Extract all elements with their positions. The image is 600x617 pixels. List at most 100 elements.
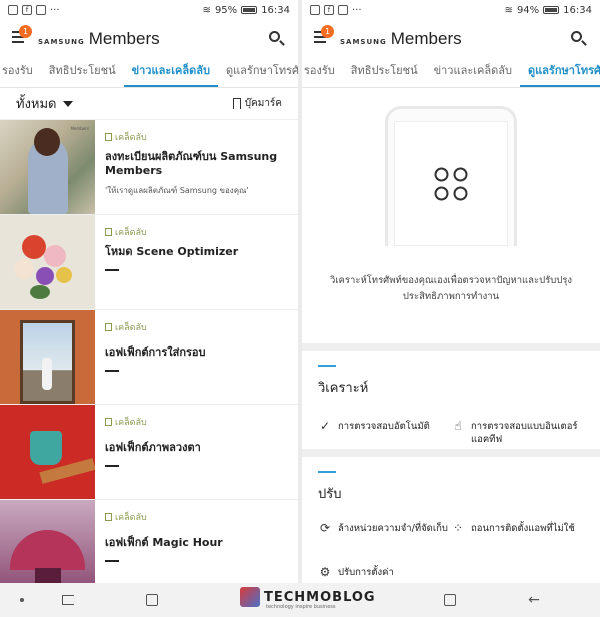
recent-apps-button[interactable] [58,583,78,617]
home-button[interactable] [142,583,162,617]
divider-dash [105,465,119,467]
gear-icon: ⚙ [319,565,331,579]
app-logo: SAMSUNG Members [38,29,160,49]
article-title: เอฟเฟ็กต์ Magic Hour [105,536,223,549]
tab-benefits[interactable]: สิทธิประโยชน์ [343,61,426,87]
adjust-section: ปรับ ⟳ ล้างหน่วยความจำ/ที่จัดเก็บ ⁘ ถอนก… [302,457,600,583]
section-divider [302,343,600,351]
article-item[interactable]: เคล็ดลับ เอฟเฟ็กต์ภาพลวงตา [0,405,298,500]
tab-support[interactable]: รองรับ [0,61,41,87]
search-icon[interactable] [568,28,590,50]
right-screen: f ··· ≋ 94% 16:34 1 SAMSUNG Members รองร… [302,0,600,583]
article-thumbnail [0,500,95,583]
notification-badge: 1 [321,25,334,38]
app-logo: SAMSUNG Members [340,29,462,49]
more-notifications-icon: ··· [50,4,60,16]
messenger-notification-icon [338,5,348,15]
interactive-check-button[interactable]: ☝ การตรวจสอบแบบอินเตอร์แอคทีฟ [451,420,584,454]
status-bar: f ··· ≋ 95% 16:34 [0,0,298,20]
uninstall-apps-button[interactable]: ⁘ ถอนการติดตั้งแอพที่ไม่ใช้ [451,522,584,556]
tab-benefits[interactable]: สิทธิประโยชน์ [41,61,124,87]
tip-icon [105,133,112,141]
tab-phone-care[interactable]: ดูแลรักษาโทรศัพท์ [218,61,298,87]
tab-news-tips[interactable]: ข่าวและเคล็ดลับ [426,61,520,87]
dot-indicator [12,583,32,617]
tip-icon [105,513,112,521]
tab-bar: รองรับ สิทธิประโยชน์ ข่าวและเคล็ดลับ ดูแ… [302,58,600,88]
article-item[interactable]: Members เคล็ดลับ ลงทะเบียนผลิตภัณฑ์บน Sa… [0,120,298,215]
back-arrow-icon: ← [528,592,540,608]
tip-icon [105,323,112,331]
watermark-name: TECHMOBLOG [264,589,376,605]
wifi-icon: ≋ [202,4,211,16]
facebook-notification-icon: f [22,5,32,15]
article-item[interactable]: เคล็ดลับ เอฟเฟ็กต์การใส่กรอบ [0,310,298,405]
bookmark-button[interactable]: บุ๊คมาร์ค [232,96,282,111]
divider-dash [105,269,119,271]
phone-illustration [385,106,517,246]
home-button[interactable] [440,583,460,617]
menu-button[interactable]: 1 [312,25,334,50]
clear-storage-button[interactable]: ⟳ ล้างหน่วยความจำ/ที่จัดเก็บ [318,522,451,556]
bookmark-icon [232,98,241,109]
analyze-section: วิเคราะห์ ✓ การตรวจสอบอัตโนมัติ ☝ การตรว… [302,351,600,449]
filter-bar: ทั้งหมด บุ๊คมาร์ค [0,88,298,120]
clock: 16:34 [261,4,290,16]
article-title: เอฟเฟ็กต์ภาพลวงตา [105,441,201,454]
tab-phone-care[interactable]: ดูแลรักษาโทรศัพท์ [519,61,600,87]
phone-care-hero [302,88,600,283]
gallery-notification-icon [8,5,18,15]
facebook-notification-icon: f [324,5,334,15]
clock: 16:34 [563,4,592,16]
article-thumbnail [0,310,95,404]
screen: f ··· ≋ 95% 16:34 1 SAMSUNG Members รองร… [0,0,600,617]
tip-icon [105,228,112,236]
auto-check-button[interactable]: ✓ การตรวจสอบอัตโนมัติ [318,420,451,454]
app-name: Members [88,29,160,48]
watermark: TECHMOBLOG technology inspire business [240,587,376,610]
apps-grid-icon [434,167,468,200]
refresh-icon: ⟳ [319,521,331,535]
battery-icon [543,6,560,14]
menu-button[interactable]: 1 [10,25,32,50]
section-accent [318,471,336,473]
app-bar: 1 SAMSUNG Members [0,20,298,58]
auto-check-label: การตรวจสอบอัตโนมัติ [338,421,430,432]
article-title: เอฟเฟ็กต์การใส่กรอบ [105,346,206,359]
adjust-title: ปรับ [318,487,342,502]
battery-percent: 95% [214,4,238,16]
brand-label: SAMSUNG [38,38,85,46]
category-dropdown[interactable]: ทั้งหมด [16,93,73,114]
interactive-check-label: การตรวจสอบแบบอินเตอร์แอคทีฟ [471,421,578,445]
article-category: เคล็ดลับ [105,320,290,334]
category-dropdown-label: ทั้งหมด [16,97,57,112]
thumbnail-tag: Members [70,126,89,131]
article-thumbnail [0,215,95,309]
watermark-tagline: technology inspire business [266,604,336,610]
article-item[interactable]: เคล็ดลับ โหมด Scene Optimizer [0,215,298,310]
app-bar: 1 SAMSUNG Members [302,20,600,58]
home-icon [444,594,456,606]
adjust-settings-button[interactable]: ⚙ ปรับการตั้งค่า [318,566,451,583]
tab-bar: รองรับ สิทธิประโยชน์ ข่าวและเคล็ดลับ ดูแ… [0,58,298,88]
phone-care-description: วิเคราะห์โทรศัพท์ของคุณเองเพื่อตรวจหาปัญ… [329,275,573,302]
divider-dash [105,370,119,372]
article-subtitle: 'ให้เราดูแลผลิตภัณฑ์ Samsung ของคุณ' [105,186,249,195]
bookmark-label: บุ๊คมาร์ค [244,98,282,109]
left-screen: f ··· ≋ 95% 16:34 1 SAMSUNG Members รองร… [0,0,298,583]
article-title: โหมด Scene Optimizer [105,245,239,258]
watermark-logo [240,587,260,607]
search-icon[interactable] [266,28,288,50]
article-list: Members เคล็ดลับ ลงทะเบียนผลิตภัณฑ์บน Sa… [0,120,298,583]
tab-news-tips[interactable]: ข่าวและเคล็ดลับ [123,61,218,87]
divider-dash [105,560,119,562]
touch-icon: ☝ [454,419,462,433]
article-item[interactable]: เคล็ดลับ เอฟเฟ็กต์ Magic Hour [0,500,298,583]
clear-storage-label: ล้างหน่วยความจำ/ที่จัดเก็บ [338,523,448,534]
checkmark-icon: ✓ [319,419,331,433]
tab-support[interactable]: รองรับ [302,61,343,87]
back-button[interactable]: ← [524,583,544,617]
battery-percent: 94% [516,4,540,16]
home-icon [146,594,158,606]
tip-icon [105,418,112,426]
